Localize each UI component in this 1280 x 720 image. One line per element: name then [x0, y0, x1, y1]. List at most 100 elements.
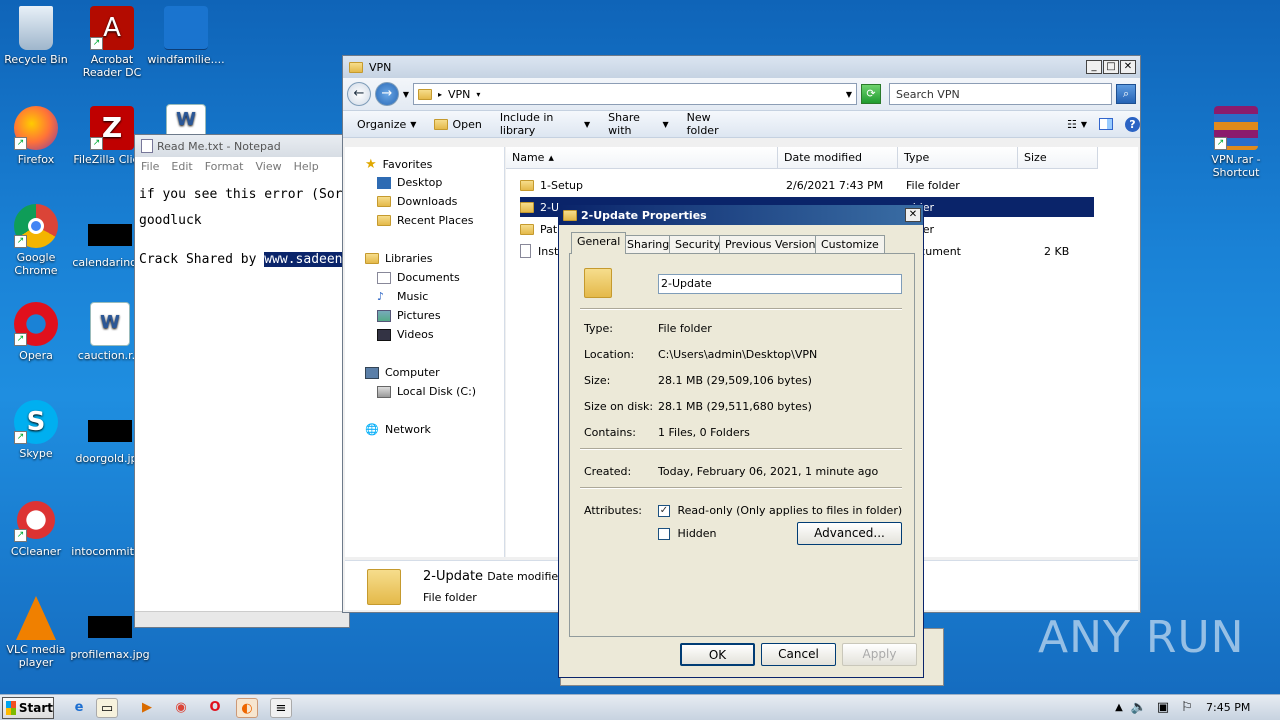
cancel-button[interactable]: Cancel — [761, 643, 836, 666]
readonly-checkbox[interactable]: ✓ — [658, 505, 670, 517]
notepad-titlebar[interactable]: Read Me.txt - Notepad — [135, 135, 349, 157]
desktop-icon-skype[interactable]: S ↗ Skype — [0, 400, 76, 460]
folder-icon — [520, 201, 534, 213]
nav-pictures[interactable]: Pictures — [377, 309, 441, 322]
acrobat-icon: A ↗ — [90, 6, 134, 50]
separator — [580, 308, 902, 310]
tray-arrow-icon[interactable]: ▲ — [1108, 698, 1130, 718]
advanced-button[interactable]: Advanced... — [797, 522, 902, 545]
open-button[interactable]: Open — [434, 118, 482, 131]
folder-name-input[interactable]: 2-Update — [658, 274, 902, 294]
menu-format[interactable]: Format — [205, 160, 244, 173]
notepad-taskbar-icon[interactable]: ≡ — [270, 698, 292, 718]
column-header-name[interactable]: Name ▲ — [506, 147, 778, 169]
minimize-button[interactable]: _ — [1086, 60, 1102, 74]
desktop-icon-recycle-bin[interactable]: Recycle Bin — [0, 6, 76, 66]
separator — [580, 487, 902, 489]
network-tray-icon[interactable]: ▣ — [1152, 698, 1174, 718]
file-icon — [88, 498, 132, 542]
file-row[interactable]: 1-Setup 2/6/2021 7:43 PM File folder — [520, 175, 1092, 195]
explorer-titlebar[interactable]: VPN _ □ ✕ — [343, 56, 1140, 78]
menu-view[interactable]: View — [256, 160, 282, 173]
new-folder-button[interactable]: New folder — [687, 111, 739, 137]
address-bar[interactable]: ▸ VPN ▾ ▼ — [412, 83, 858, 105]
include-in-library-button[interactable]: Include in library ▼ — [500, 111, 590, 137]
opera-taskbar-icon[interactable]: O — [204, 698, 226, 718]
close-button[interactable]: ✕ — [905, 208, 921, 222]
readonly-checkbox-row[interactable]: ✓ Read-only (Only applies to files in fo… — [658, 504, 902, 517]
properties-titlebar[interactable]: 2-Update Properties ✕ — [559, 205, 923, 225]
desktop-icon-windfamilie[interactable]: windfamilie.... — [146, 6, 226, 66]
menu-file[interactable]: File — [141, 160, 159, 173]
nav-documents[interactable]: Documents — [377, 271, 460, 284]
app-taskbar-icon[interactable]: ◐ — [236, 698, 258, 718]
nav-downloads[interactable]: Downloads — [377, 195, 457, 208]
refresh-button[interactable]: ⟳ — [861, 84, 881, 104]
forward-button[interactable]: → — [374, 82, 399, 106]
preview-pane-button[interactable] — [1099, 118, 1113, 130]
clock[interactable]: 7:45 PM — [1206, 701, 1250, 714]
search-icon[interactable]: ⌕ — [1116, 84, 1136, 104]
desktop-icon-vlc[interactable]: VLC media player — [0, 596, 76, 669]
chevron-down-icon[interactable]: ▾ — [476, 90, 480, 99]
folder-icon — [563, 209, 577, 221]
desktop-icon-ccleaner[interactable]: ↗ CCleaner — [0, 498, 76, 558]
view-options-button[interactable]: ☷ ▼ — [1067, 118, 1087, 131]
menu-help[interactable]: Help — [294, 160, 319, 173]
notepad-window[interactable]: Read Me.txt - Notepad File Edit Format V… — [134, 134, 350, 628]
nav-libraries[interactable]: Libraries — [365, 252, 433, 265]
properties-title: 2-Update Properties — [581, 208, 707, 222]
apply-button[interactable]: Apply — [842, 643, 917, 666]
flag-icon[interactable]: ⚐ — [1176, 698, 1198, 718]
search-input[interactable]: Search VPN — [889, 83, 1113, 105]
column-header-date[interactable]: Date modified — [778, 147, 898, 169]
tab-customize[interactable]: Customize — [815, 235, 885, 253]
nav-network[interactable]: 🌐 Network — [365, 423, 431, 436]
ie-taskbar-icon[interactable]: e — [68, 698, 90, 718]
media-player-taskbar-icon[interactable]: ▶ — [136, 698, 158, 718]
help-button[interactable]: ? — [1125, 116, 1140, 132]
hidden-checkbox[interactable] — [658, 528, 670, 540]
nav-videos[interactable]: Videos — [377, 328, 434, 341]
ok-button[interactable]: OK — [680, 643, 755, 666]
explorer-taskbar-icon[interactable]: ▭ — [96, 698, 118, 718]
organize-button[interactable]: Organize ▼ — [357, 118, 416, 131]
notepad-hscrollbar[interactable] — [135, 611, 349, 627]
desktop-icon-firefox[interactable]: ↗ Firefox — [0, 106, 76, 166]
tab-sharing[interactable]: Sharing — [621, 235, 676, 253]
maximize-button[interactable]: □ — [1103, 60, 1119, 74]
winrar-icon: ↗ — [1214, 106, 1258, 150]
menu-edit[interactable]: Edit — [171, 160, 192, 173]
nav-recent-places[interactable]: Recent Places — [377, 214, 474, 227]
desktop-icon-vpn-rar[interactable]: ↗ VPN.rar - Shortcut — [1196, 106, 1276, 179]
column-header-size[interactable]: Size — [1018, 147, 1098, 169]
address-dropdown-icon[interactable]: ▼ — [846, 90, 852, 99]
nav-computer[interactable]: Computer — [365, 366, 440, 379]
column-type-label: Type — [904, 151, 930, 164]
nav-music[interactable]: ♪ Music — [377, 290, 428, 303]
column-header-type[interactable]: Type — [898, 147, 1018, 169]
notepad-text-area[interactable]: if you see this error (Sor goodluck Crac… — [135, 175, 349, 611]
hidden-checkbox-row[interactable]: Hidden — [658, 527, 717, 540]
desktop-icon-opera[interactable]: ↗ Opera — [0, 302, 76, 362]
notepad-selection: www.sadeen — [264, 252, 343, 267]
desktop-icon-acrobat[interactable]: A ↗ Acrobat Reader DC — [72, 6, 152, 79]
tab-security[interactable]: Security — [669, 235, 727, 253]
share-with-button[interactable]: Share with ▼ — [608, 111, 669, 137]
properties-dialog[interactable]: 2-Update Properties ✕ General Sharing Se… — [558, 204, 924, 678]
desktop-icon-chrome[interactable]: ↗ Google Chrome — [0, 204, 76, 277]
music-icon: ♪ — [377, 290, 385, 303]
start-button[interactable]: Start — [2, 697, 54, 719]
close-button[interactable]: ✕ — [1120, 60, 1136, 74]
tab-previous-versions[interactable]: Previous Versions — [719, 235, 828, 253]
nav-favorites[interactable]: ★ Favorites — [365, 157, 432, 172]
nav-local-disk[interactable]: Local Disk (C:) — [377, 385, 476, 398]
tab-general[interactable]: General — [571, 232, 627, 254]
back-button[interactable]: ← — [347, 82, 371, 106]
nav-desktop[interactable]: Desktop — [377, 176, 442, 189]
recent-pages-dropdown[interactable]: ▼ — [403, 90, 409, 99]
opera-icon: ↗ — [14, 302, 58, 346]
type-value: File folder — [658, 322, 712, 335]
chrome-taskbar-icon[interactable]: ◉ — [170, 698, 192, 718]
volume-icon[interactable]: 🔈 — [1128, 698, 1150, 718]
